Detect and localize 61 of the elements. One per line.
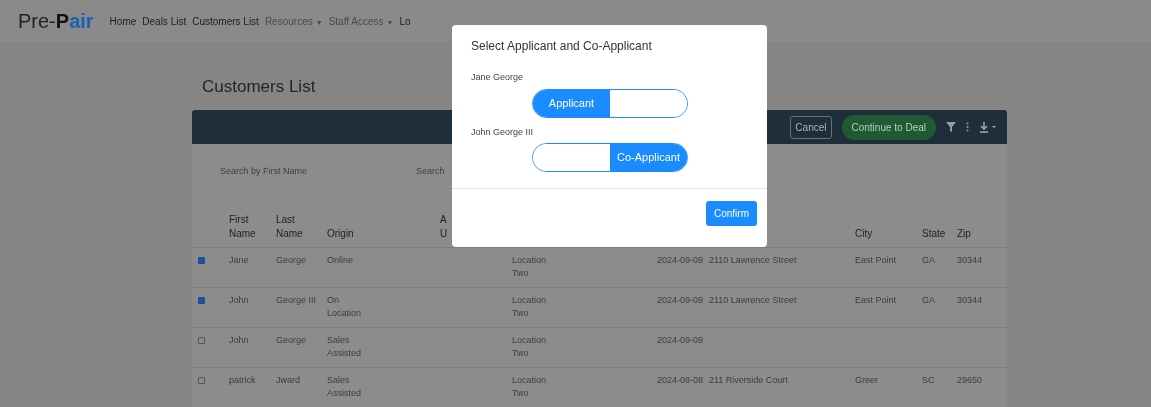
table-cell-text: 2110 Lawrence Street	[709, 294, 798, 307]
table-cell-text: GA	[922, 294, 936, 307]
filter-icon[interactable]	[946, 122, 956, 132]
dialog-title: Select Applicant and Co-Applicant	[471, 38, 653, 55]
table-cell-text: 2110 Lawrence Street	[709, 254, 798, 267]
table-cell-text: 30344	[957, 294, 984, 307]
table-cell-text: 30344	[957, 254, 984, 267]
table-cell-text: East Point	[855, 254, 898, 267]
continue-button[interactable]: Continue to Deal	[841, 114, 936, 140]
table-cell-text: Location Two	[512, 254, 548, 280]
column-header: First Name	[229, 213, 257, 241]
table-cell-text: GA	[922, 254, 936, 267]
column-header: A U	[440, 213, 449, 241]
nav-link[interactable]: Deals List	[142, 13, 187, 29]
row-checkbox[interactable]	[198, 377, 205, 384]
table-cell-text: Sales Assisted	[327, 374, 362, 400]
table-cell-text: 2024-08-08	[657, 374, 705, 387]
row-checkbox[interactable]	[198, 257, 205, 264]
table-cell-text: Greer	[855, 374, 879, 387]
table-cell-text: Location Two	[512, 294, 548, 320]
person-name: John George III	[471, 125, 535, 139]
nav-link[interactable]: Home	[109, 13, 137, 29]
table-cell-text: Jane	[229, 254, 250, 267]
table-cell-text: Online	[327, 254, 354, 267]
toggle-segment[interactable]: Co-Applicant	[610, 144, 687, 171]
more-icon[interactable]	[966, 122, 969, 132]
table-cell-text: SC	[922, 374, 936, 387]
table-cell-text: On Location	[327, 294, 363, 320]
page-title: Customers List	[202, 76, 316, 98]
download-icon[interactable]	[979, 121, 997, 133]
toggle-segment[interactable]: Applicant	[533, 89, 610, 117]
role-toggle[interactable]: Applicant	[532, 88, 688, 118]
table-cell-text: Sales Assisted	[327, 334, 362, 360]
nav-link[interactable]: Customers List	[192, 13, 259, 29]
column-header: Zip	[957, 227, 972, 241]
table-cell-text: Jward	[276, 374, 301, 387]
nav-link[interactable]: Lo	[399, 13, 411, 29]
table-cell-text: 2024-09-09	[657, 254, 705, 267]
table-cell-text: patrick	[229, 374, 257, 387]
column-header: Last Name	[276, 213, 304, 241]
table-cell-text: George	[276, 334, 308, 347]
table-cell-text: 211 Riverside Court	[709, 374, 789, 387]
column-header: Origin	[327, 227, 355, 241]
cancel-button[interactable]: Cancel	[790, 115, 832, 139]
logo[interactable]: Pre-Pair	[18, 6, 94, 36]
person-name: Jane George	[471, 71, 525, 84]
table-cell-text: 29650	[957, 374, 984, 387]
column-header: City	[855, 227, 874, 241]
table-cell-text: 2024-09-09	[657, 334, 705, 347]
row-checkbox[interactable]	[198, 297, 205, 304]
confirm-button[interactable]: Confirm	[706, 201, 757, 226]
table-cell-text: John	[229, 334, 250, 347]
search-field[interactable]: Search by First Name	[220, 165, 396, 179]
row-checkbox[interactable]	[198, 337, 205, 344]
table-cell-text: East Point	[855, 294, 898, 307]
role-toggle[interactable]: Co-Applicant	[532, 143, 688, 172]
table-cell-text: George	[276, 254, 308, 267]
table-cell-text: John	[229, 294, 250, 307]
table-cell-text: Location Two	[512, 374, 548, 400]
table-cell-text: 2024-09-09	[657, 294, 705, 307]
table-cell-text: Location Two	[512, 334, 548, 360]
